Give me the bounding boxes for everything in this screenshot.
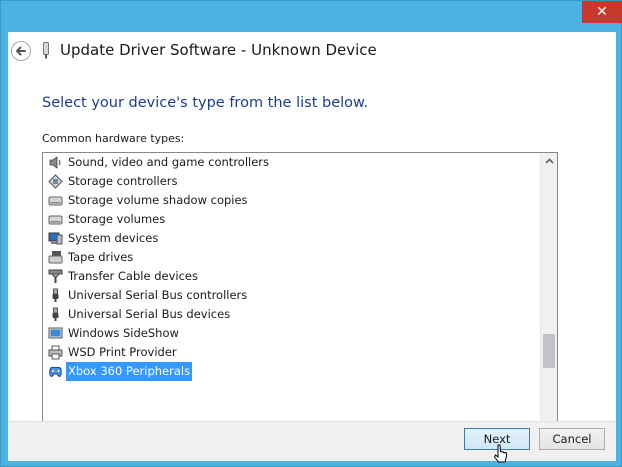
list-item[interactable]: Storage controllers [43, 172, 539, 191]
scrollbar-thumb[interactable] [543, 334, 555, 368]
sideshow-icon [48, 326, 63, 341]
list-item-label: Windows SideShow [68, 326, 179, 340]
transfer-cable-icon [48, 269, 63, 284]
list-item[interactable]: Storage volumes [43, 210, 539, 229]
list-item-label: Sound, video and game controllers [68, 155, 270, 169]
list-label: Common hardware types: [42, 132, 185, 145]
list-item[interactable]: Transfer Cable devices [43, 267, 539, 286]
vertical-scrollbar[interactable] [540, 153, 557, 458]
instruction-heading: Select your device's type from the list … [42, 95, 369, 111]
tape-drive-icon [48, 250, 63, 265]
speaker-icon [48, 155, 63, 170]
list-item-label: Storage volumes [68, 212, 166, 226]
list-item-label: Universal Serial Bus devices [68, 307, 231, 321]
list-item-label: Tape drives [68, 250, 134, 264]
drive-icon [48, 193, 63, 208]
printer-icon [48, 345, 63, 360]
list-item[interactable]: Tape drives [43, 248, 539, 267]
list-item-label: Xbox 360 Peripherals [66, 362, 193, 381]
list-item[interactable]: Storage volume shadow copies [43, 191, 539, 210]
close-icon: ✕ [596, 4, 608, 20]
dialog-content: Select your device's type from the list … [8, 71, 616, 459]
close-button[interactable]: ✕ [582, 1, 622, 23]
list-item[interactable]: Universal Serial Bus devices [43, 305, 539, 324]
storage-controller-icon [48, 174, 63, 189]
list-items: Sound, video and game controllers Storage… [43, 153, 539, 381]
list-item[interactable]: Sound, video and game controllers [43, 153, 539, 172]
mouse-cursor-icon [494, 444, 507, 463]
list-item-label: Storage controllers [68, 174, 178, 188]
list-item-label: WSD Print Provider [68, 345, 177, 359]
list-item-label: Transfer Cable devices [68, 269, 198, 283]
list-item[interactable]: Windows SideShow [43, 324, 539, 343]
dialog-window: ✕ Update Driver Software - Unknown Devic… [0, 0, 622, 467]
list-item[interactable]: Xbox 360 Peripherals [43, 362, 539, 381]
dialog-header: Update Driver Software - Unknown Device [8, 32, 616, 71]
usb-icon [48, 307, 63, 322]
back-arrow-icon [16, 46, 26, 56]
cancel-button[interactable]: Cancel [539, 428, 605, 450]
drive-icon [48, 212, 63, 227]
device-icon [43, 42, 49, 59]
usb-icon [48, 288, 63, 303]
list-item[interactable]: WSD Print Provider [43, 343, 539, 362]
computer-icon [48, 231, 63, 246]
window-title: Update Driver Software - Unknown Device [60, 41, 377, 59]
back-button[interactable] [11, 41, 31, 61]
list-item-label: System devices [68, 231, 159, 245]
list-item-label: Storage volume shadow copies [68, 193, 248, 207]
list-item-label: Universal Serial Bus controllers [68, 288, 248, 302]
scroll-up-button[interactable] [541, 153, 557, 170]
list-item[interactable]: Universal Serial Bus controllers [43, 286, 539, 305]
list-item[interactable]: System devices [43, 229, 539, 248]
chevron-up-icon [545, 158, 554, 164]
gamepad-icon [48, 364, 63, 379]
dialog-footer: Next Cancel [8, 421, 616, 461]
hardware-types-list[interactable]: Sound, video and game controllers Storage… [42, 152, 558, 459]
